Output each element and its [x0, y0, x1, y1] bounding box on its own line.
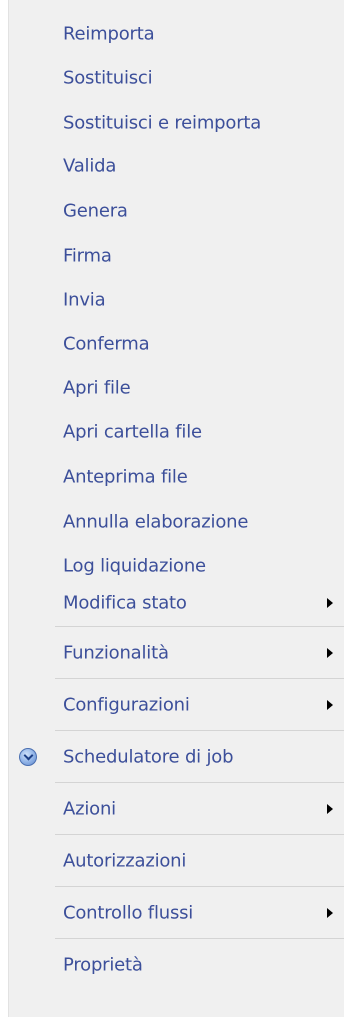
menu-item-sostituisci[interactable]: Sostituisci: [9, 58, 345, 98]
menu-separator: [55, 886, 344, 887]
menu-separator: [55, 678, 344, 679]
menu-item-label: Apri file: [63, 377, 131, 399]
menu-item-label: Proprietà: [63, 954, 143, 976]
menu-item-controllo-flussi[interactable]: Controllo flussi: [9, 893, 345, 933]
menu-item-configurazioni[interactable]: Configurazioni: [9, 685, 345, 725]
menu-item-label: Configurazioni: [63, 694, 190, 716]
menu-item-reimporta[interactable]: Reimporta: [9, 14, 345, 54]
menu-item-label: Anteprima file: [63, 466, 188, 488]
submenu-arrow-icon: [327, 700, 333, 710]
menu-item-label: Invia: [63, 289, 106, 311]
menu-item-conferma[interactable]: Conferma: [9, 324, 345, 364]
menu-item-log-liquidazione[interactable]: Log liquidazione: [9, 546, 345, 586]
menu-item-label: Genera: [63, 200, 128, 222]
menu-item-label: Modifica stato: [63, 592, 187, 614]
menu-item-label: Sostituisci e reimporta: [63, 112, 262, 134]
menu-item-proprieta[interactable]: Proprietà: [9, 945, 345, 985]
menu-item-firma[interactable]: Firma: [9, 236, 345, 276]
menu-item-annulla-elaborazione[interactable]: Annulla elaborazione: [9, 502, 345, 542]
submenu-arrow-icon: [327, 648, 333, 658]
menu-item-genera[interactable]: Genera: [9, 191, 345, 231]
clock-icon: [19, 748, 37, 766]
submenu-arrow-icon: [327, 804, 333, 814]
menu-item-valida[interactable]: Valida: [9, 146, 345, 186]
menu-item-azioni[interactable]: Azioni: [9, 789, 345, 829]
menu-item-label: Autorizzazioni: [63, 850, 187, 872]
menu-item-label: Azioni: [63, 798, 116, 820]
context-menu: Reimporta Sostituisci Sostituisci e reim…: [8, 0, 344, 1017]
menu-item-anteprima-file[interactable]: Anteprima file: [9, 457, 345, 497]
menu-item-label: Controllo flussi: [63, 902, 194, 924]
menu-separator: [55, 938, 344, 939]
menu-item-apri-file[interactable]: Apri file: [9, 368, 345, 408]
menu-item-schedulatore-di-job[interactable]: Schedulatore di job: [9, 737, 345, 777]
menu-item-label: Schedulatore di job: [63, 746, 234, 768]
menu-item-label: Firma: [63, 245, 112, 267]
menu-item-label: Annulla elaborazione: [63, 511, 249, 533]
menu-separator: [55, 730, 344, 731]
menu-item-label: Sostituisci: [63, 67, 153, 89]
menu-item-label: Apri cartella file: [63, 421, 202, 443]
menu-item-funzionalita[interactable]: Funzionalità: [9, 633, 345, 673]
submenu-arrow-icon: [327, 598, 333, 608]
menu-separator: [55, 626, 344, 627]
menu-item-autorizzazioni[interactable]: Autorizzazioni: [9, 841, 345, 881]
menu-item-label: Reimporta: [63, 23, 155, 45]
menu-item-modifica-stato[interactable]: Modifica stato: [9, 583, 345, 623]
menu-item-label: Log liquidazione: [63, 555, 206, 577]
menu-item-label: Conferma: [63, 333, 150, 355]
menu-separator: [55, 782, 344, 783]
menu-item-label: Valida: [63, 155, 117, 177]
menu-item-label: Funzionalità: [63, 642, 169, 664]
menu-separator: [55, 834, 344, 835]
menu-item-apri-cartella-file[interactable]: Apri cartella file: [9, 412, 345, 452]
menu-item-invia[interactable]: Invia: [9, 280, 345, 320]
menu-item-sostituisci-e-reimporta[interactable]: Sostituisci e reimporta: [9, 103, 345, 143]
submenu-arrow-icon: [327, 908, 333, 918]
